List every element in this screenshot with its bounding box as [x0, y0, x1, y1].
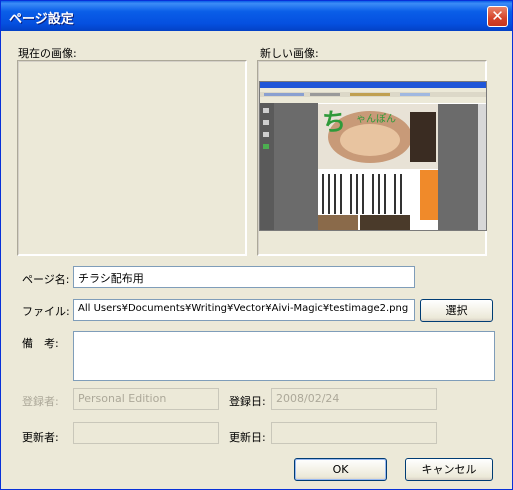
notes-textarea[interactable] — [73, 331, 495, 381]
new-image-label: 新しい画像: — [260, 47, 319, 60]
current-image-preview — [17, 60, 247, 256]
page-name-input[interactable]: チラシ配布用 — [73, 266, 415, 288]
registered-date-field: 2008/02/24 — [271, 388, 437, 410]
file-label: ファイル: — [22, 305, 70, 318]
registrant-label: 登録者: — [22, 395, 59, 408]
select-file-button[interactable]: 選択 — [420, 299, 493, 322]
page-name-label: ページ名: — [22, 273, 70, 286]
svg-text:ち: ち — [322, 108, 346, 136]
updater-field — [73, 422, 219, 444]
ok-button[interactable]: OK — [294, 458, 387, 481]
current-image-label: 現在の画像: — [18, 47, 77, 60]
updated-date-label: 更新日: — [229, 431, 266, 444]
cancel-button[interactable]: キャンセル — [405, 458, 493, 481]
registrant-field: Personal Edition — [73, 388, 219, 410]
window-title: ページ設定 — [9, 12, 74, 27]
file-path-input[interactable]: All Users¥Documents¥Writing¥Vector¥Aivi-… — [73, 299, 415, 321]
svg-text:ゃんぽん: ゃんぽん — [356, 113, 396, 125]
notes-label: 備 考: — [22, 337, 59, 350]
updated-date-field — [271, 422, 437, 444]
close-button[interactable]: ✕ — [487, 6, 508, 27]
new-image-thumbnail: ち ゃんぽん — [259, 81, 487, 231]
updater-label: 更新者: — [22, 431, 59, 444]
page-settings-dialog: ページ設定 ✕ 現在の画像: 新しい画像: ち ゃんぽん ページ名: チラシ配布… — [0, 0, 513, 490]
title-bar: ページ設定 ✕ — [1, 1, 512, 31]
registered-date-label: 登録日: — [229, 395, 266, 408]
